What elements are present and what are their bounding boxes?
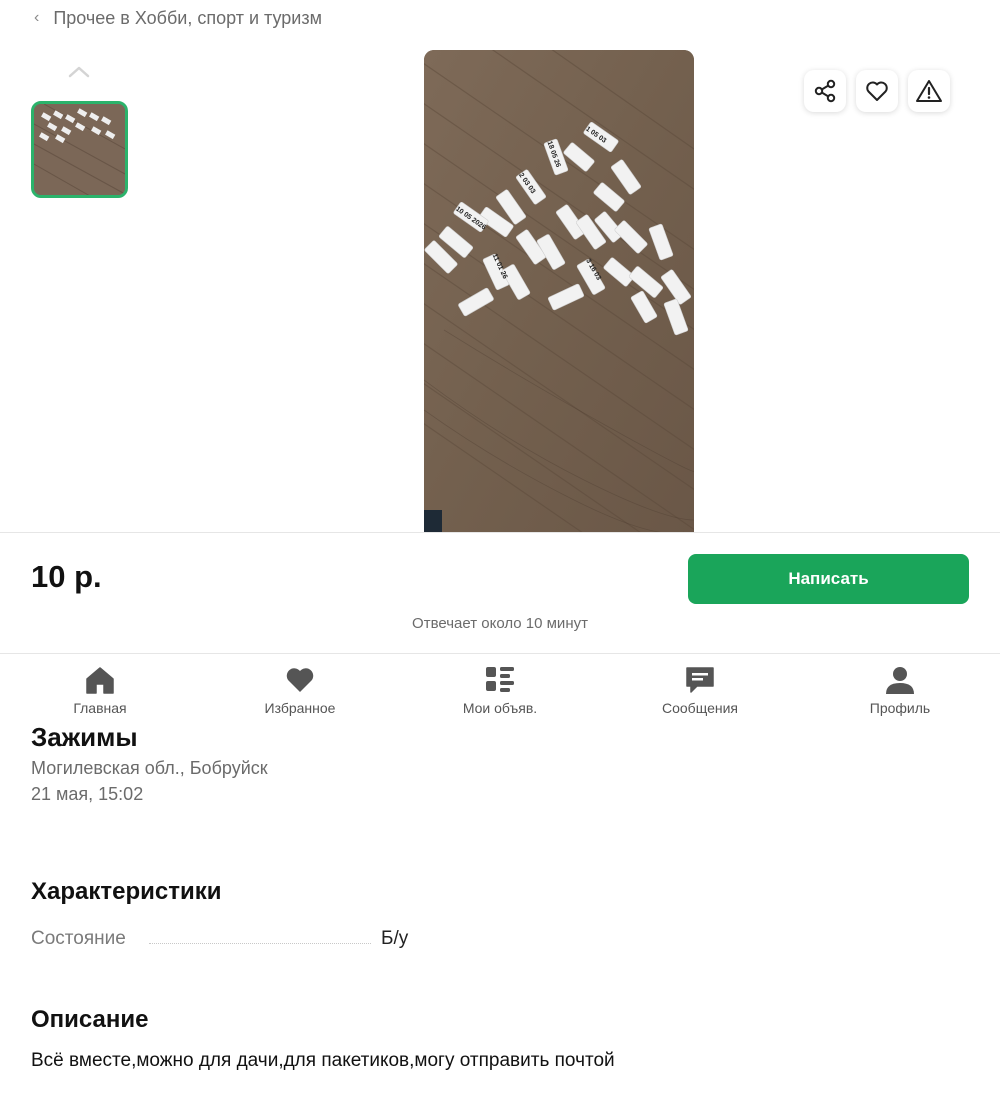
nav-label: Главная — [73, 700, 127, 716]
nav-item-profile[interactable]: Профиль — [800, 654, 1000, 722]
chevron-up-icon — [68, 66, 90, 78]
user-icon — [886, 667, 914, 694]
nav-label: Профиль — [869, 700, 931, 716]
characteristics-heading: Характеристики — [31, 878, 222, 905]
breadcrumb[interactable]: ‹ Прочее в Хобби, спорт и туризм — [34, 6, 322, 30]
nav-label: Сообщения — [662, 700, 738, 716]
listing-photo-image: 1 05 03 18 05 26 2 03 03 10 05 2026 11 0… — [424, 50, 694, 532]
list-icon — [486, 667, 514, 692]
heart-icon — [866, 81, 888, 101]
share-button[interactable] — [804, 70, 846, 112]
listing-location: Могилевская обл., Бобруйск — [31, 758, 268, 778]
nav-item-my-ads[interactable]: Мои объяв. — [400, 654, 600, 722]
photo-thumbnail[interactable] — [31, 101, 128, 198]
reply-time: Отвечает около 10 минут — [412, 615, 588, 632]
nav-item-favorites[interactable]: Избранное — [200, 654, 400, 722]
listing-actions — [804, 70, 950, 112]
nav-label: Мои объяв. — [462, 700, 538, 716]
price: 10 р. — [31, 559, 102, 594]
favorite-button[interactable] — [856, 70, 898, 112]
chevron-left-icon: ‹ — [34, 9, 40, 26]
description-text: Всё вместе,можно для дачи,для пакетиков,… — [31, 1050, 615, 1071]
listing-date: 21 мая, 15:02 — [31, 784, 144, 804]
nav-item-home[interactable]: Главная — [0, 654, 200, 722]
description-heading: Описание — [31, 1006, 149, 1033]
breadcrumb-label: Прочее в Хобби, спорт и туризм — [53, 7, 322, 28]
spec-row-condition: Состояние Б/у — [31, 928, 408, 950]
write-message-button[interactable]: Написать — [688, 554, 969, 604]
home-icon — [86, 667, 114, 694]
price-bar: 10 р. Написать Отвечает около 10 минут — [0, 532, 1000, 654]
thumbnail-image — [34, 104, 125, 195]
share-icon — [814, 79, 836, 103]
spec-label: Состояние — [31, 928, 126, 949]
heart-icon — [286, 668, 314, 692]
report-button[interactable] — [908, 70, 950, 112]
spec-value: Б/у — [381, 928, 409, 949]
nav-item-messages[interactable]: Сообщения — [600, 654, 800, 722]
listing-title: Зажимы — [31, 722, 138, 752]
chat-icon — [686, 667, 714, 693]
warning-icon — [916, 80, 942, 102]
nav-label: Избранное — [264, 700, 336, 716]
spec-dotted-leader — [149, 930, 371, 944]
main-photo[interactable]: 1 05 03 18 05 26 2 03 03 10 05 2026 11 0… — [424, 50, 694, 532]
bottom-nav: Главная Избранное Мои объяв. Сообщения П… — [0, 654, 1000, 722]
thumbnails-up-button[interactable] — [66, 62, 92, 82]
